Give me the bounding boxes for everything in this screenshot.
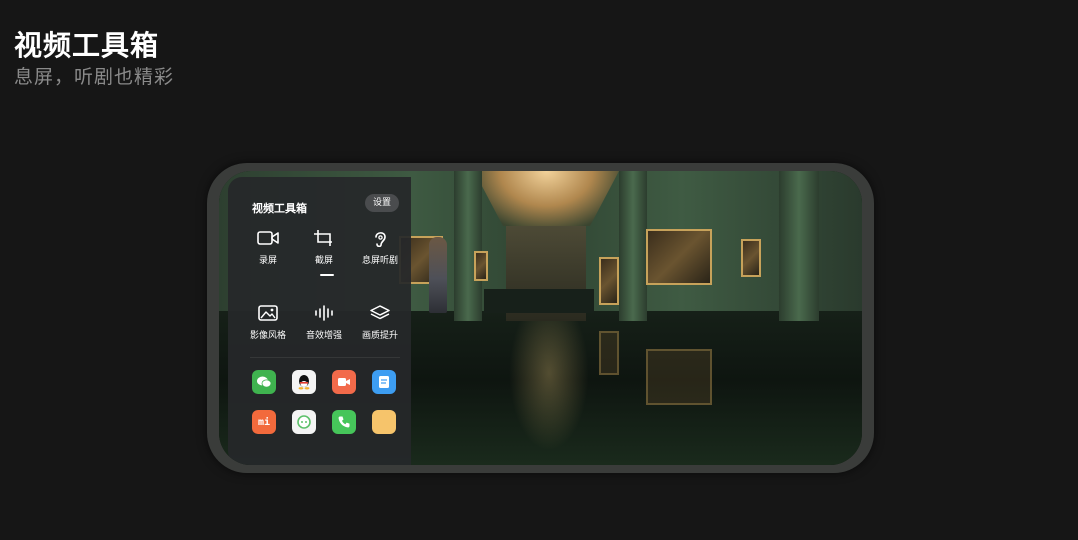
phone-screen: 视频工具箱 设置 录屏 截屏 息屏听剧 影像风格 音效增强 画质提升 mi	[219, 171, 862, 465]
panel-title: 视频工具箱	[252, 202, 307, 215]
tool-label: 息屏听剧	[361, 256, 398, 266]
floor-reflection-glow	[509, 321, 589, 451]
visitor-figure	[429, 237, 447, 313]
tool-label: 画质提升	[361, 331, 398, 341]
tool-screen-record[interactable]: 录屏	[240, 229, 296, 275]
page-subtitle: 息屏，听剧也精彩	[14, 66, 175, 88]
page-title: 视频工具箱	[14, 29, 160, 62]
painting-frame	[599, 257, 619, 305]
video-toolbox-panel: 视频工具箱 设置 录屏 截屏 息屏听剧 影像风格 音效增强 画质提升 mi	[228, 177, 411, 465]
gallery-pillar	[454, 171, 482, 321]
gallery-bench	[484, 289, 594, 313]
tool-screenshot[interactable]: 截屏	[296, 229, 352, 276]
crop-icon	[314, 230, 332, 246]
tool-label: 音效增强	[305, 331, 342, 341]
settings-button[interactable]: 设置	[365, 194, 399, 212]
tool-label: 录屏	[258, 256, 277, 266]
phone-app-icon[interactable]	[332, 410, 356, 434]
qq-icon[interactable]	[292, 370, 316, 394]
video-camera-icon	[257, 231, 279, 245]
gallery-pillar	[779, 171, 819, 321]
sound-wave-icon	[315, 305, 333, 321]
mi-icon[interactable]: mi	[252, 410, 276, 434]
painting-frame	[741, 239, 761, 277]
painting-frame	[646, 229, 712, 285]
tool-screen-off-listen[interactable]: 息屏听剧	[352, 229, 408, 275]
layers-icon	[370, 305, 390, 320]
tool-label: 影像风格	[249, 331, 286, 341]
mi-chat-icon[interactable]	[292, 410, 316, 434]
gallery-pillar	[619, 171, 647, 321]
notes-app-icon[interactable]	[372, 370, 396, 394]
phone-mockup: 视频工具箱 设置 录屏 截屏 息屏听剧 影像风格 音效增强 画质提升 mi	[207, 163, 874, 473]
painting-reflection	[646, 349, 712, 405]
wechat-icon[interactable]	[252, 370, 276, 394]
painting-frame	[474, 251, 488, 281]
active-indicator	[320, 274, 334, 276]
painting-reflection	[599, 331, 619, 375]
screen-recorder-app-icon[interactable]	[332, 370, 356, 394]
panel-divider	[250, 357, 400, 358]
ear-icon	[375, 232, 386, 247]
tool-quality-boost[interactable]: 画质提升	[352, 304, 408, 350]
image-style-icon	[258, 305, 278, 321]
tool-label: 截屏	[314, 256, 333, 266]
tool-image-style[interactable]: 影像风格	[240, 304, 296, 350]
tool-sound-enhance[interactable]: 音效增强	[296, 304, 352, 350]
yellow-app-icon[interactable]	[372, 410, 396, 434]
